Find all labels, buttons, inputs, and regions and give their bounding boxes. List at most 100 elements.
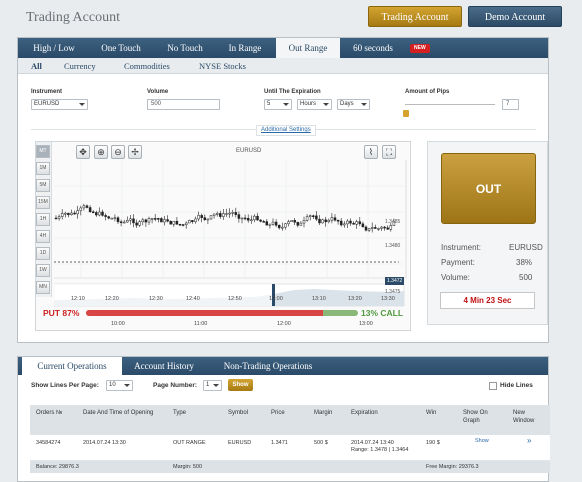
candle-body: [287, 221, 290, 225]
candle-body: [296, 221, 300, 226]
candle-body: [321, 219, 324, 224]
candle-body: [122, 221, 126, 224]
timeframe-mt[interactable]: MT: [36, 145, 50, 158]
option-type-tabs: High / Low One Touch No Touch In Range O…: [18, 38, 548, 58]
candle-body: [380, 226, 383, 229]
subtab-all[interactable]: All: [31, 58, 42, 74]
candle-body: [64, 212, 67, 215]
subtab-nyse-stocks[interactable]: NYSE Stocks: [199, 58, 246, 74]
candle-body: [250, 219, 253, 222]
expiration-unit-select[interactable]: Hours: [297, 99, 332, 110]
page-number-select[interactable]: 1: [203, 380, 222, 391]
page-title: Trading Account: [26, 10, 120, 25]
out-button[interactable]: OUT: [441, 153, 536, 224]
additional-settings-link[interactable]: Additional Settings: [256, 125, 316, 136]
fullscreen-icon[interactable]: ⛶: [382, 145, 396, 159]
cell-symbol: EURUSD: [228, 440, 252, 446]
candle-body: [95, 212, 98, 216]
hide-lines-checkbox[interactable]: [489, 382, 497, 390]
lines-per-page-select[interactable]: 10: [106, 380, 133, 391]
candle-body: [119, 221, 123, 224]
tab-60-seconds[interactable]: 60 seconds: [344, 38, 402, 58]
payment-value: 38%: [516, 258, 533, 267]
tab-in-range[interactable]: In Range: [216, 38, 274, 58]
candle-body: [259, 219, 262, 222]
tab-one-touch[interactable]: One Touch: [88, 38, 154, 58]
new-window-link[interactable]: »: [527, 437, 531, 445]
price-chart[interactable]: MT 1M 5M 15M 1H 4H 1D 1W MN ✥ ⊕ ⊖ ✢ EURU…: [35, 141, 411, 331]
timeframe-1d[interactable]: 1D: [36, 247, 50, 260]
line-chart-icon[interactable]: ⌇: [364, 145, 378, 159]
tab-high-low[interactable]: High / Low: [22, 38, 86, 58]
candle-body: [126, 220, 129, 223]
pips-slider-handle[interactable]: [403, 110, 409, 117]
crosshair-icon[interactable]: ✥: [76, 145, 90, 159]
candle-body: [200, 215, 203, 218]
show-on-graph-link[interactable]: Show: [475, 438, 489, 445]
candle-body: [377, 228, 380, 230]
col-expiration: Expiration: [351, 410, 378, 416]
candle-body: [268, 224, 272, 226]
candle-body: [144, 219, 148, 223]
candle-body: [82, 205, 86, 209]
instrument-info-label: Instrument:: [441, 243, 482, 252]
expiry-timer: 4 Min 23 Sec: [440, 292, 535, 309]
tab-current-operations[interactable]: Current Operations: [22, 357, 122, 375]
time-tick: 12:40: [186, 296, 200, 302]
timeframe-15m[interactable]: 15M: [36, 196, 50, 209]
time-tick: 12:30: [149, 296, 163, 302]
candle-body: [215, 213, 219, 215]
instrument-select[interactable]: EURUSD: [31, 99, 88, 110]
candle-body: [327, 219, 331, 223]
candle-body: [240, 217, 244, 220]
tab-non-trading-operations[interactable]: Non-Trading Operations: [208, 357, 328, 375]
timeframe-1h[interactable]: 1H: [36, 213, 50, 226]
sentiment-bar: [86, 310, 358, 316]
subtab-commodities[interactable]: Commodities: [124, 58, 170, 74]
table-header: Orders № Date And Time of Opening Type S…: [30, 405, 550, 435]
demo-account-button[interactable]: Demo Account: [468, 6, 562, 27]
cell-margin: 500 $: [314, 440, 328, 446]
show-button[interactable]: Show: [228, 379, 253, 391]
timeframe-1m[interactable]: 1M: [36, 162, 50, 175]
current-price-label: 1.3472: [385, 277, 405, 285]
zoom-in-icon[interactable]: ⊕: [94, 145, 108, 159]
subtabs: All Currency Commodities NYSE Stocks: [18, 58, 548, 74]
zoom-out-icon[interactable]: ⊖: [111, 145, 125, 159]
pips-slider-track[interactable]: [405, 104, 495, 105]
candle-body: [256, 215, 259, 221]
candle-body: [209, 215, 213, 220]
candle-body: [271, 221, 275, 225]
expiration-number-select[interactable]: 5: [264, 99, 292, 110]
timeframe-mn[interactable]: MN: [36, 281, 50, 294]
tab-account-history[interactable]: Account History: [124, 357, 204, 375]
time-tick: 12:10: [71, 296, 85, 302]
pan-icon[interactable]: ✢: [128, 145, 142, 159]
time-tick: 13:20: [348, 296, 362, 302]
tab-no-touch[interactable]: No Touch: [156, 38, 214, 58]
candle-body: [163, 219, 166, 223]
candle-body: [88, 207, 92, 213]
expiration-days-select[interactable]: Days: [337, 99, 370, 110]
candle-body: [116, 217, 120, 223]
time-tick: 13:30: [381, 296, 395, 302]
timeframe-1w[interactable]: 1W: [36, 264, 50, 277]
candle-body: [166, 219, 169, 222]
candle-body: [389, 225, 393, 230]
payment-label: Payment:: [441, 258, 475, 267]
col-date: Date And Time of Opening: [83, 410, 154, 416]
timeframe-4h[interactable]: 4H: [36, 230, 50, 243]
pips-input[interactable]: 7: [502, 99, 519, 110]
tab-out-range[interactable]: Out Range: [276, 38, 340, 58]
operations-panel: Current Operations Account History Non-T…: [17, 356, 550, 482]
candle-body: [383, 226, 386, 229]
instrument-info-value: EURUSD: [509, 243, 543, 252]
candle-body: [355, 221, 358, 225]
candle-body: [284, 223, 287, 228]
timeframe-5m[interactable]: 5M: [36, 179, 50, 192]
candle-body: [57, 216, 61, 219]
trading-account-button[interactable]: Trading Account: [368, 6, 462, 27]
subtab-currency[interactable]: Currency: [64, 58, 96, 74]
candle-body: [243, 217, 247, 220]
volume-input[interactable]: 500: [147, 99, 220, 110]
